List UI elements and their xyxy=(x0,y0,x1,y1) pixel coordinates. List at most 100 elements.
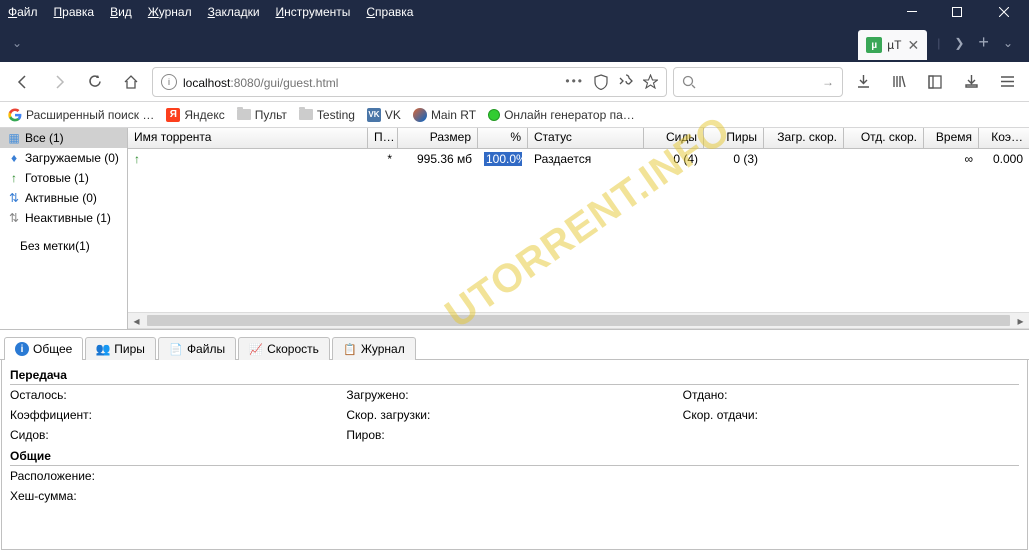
new-tab-button[interactable]: + xyxy=(978,32,989,53)
sidebar-no-label[interactable]: Без метки(1) xyxy=(0,236,127,256)
col-peers[interactable]: Пиры xyxy=(704,128,764,148)
sidebar-all[interactable]: ▦Все (1) xyxy=(0,128,127,148)
menubar: Файл Правка Вид Журнал Закладки Инструме… xyxy=(0,0,1029,23)
label-downloaded: Загружено: xyxy=(346,388,456,402)
tab-peers[interactable]: 👥Пиры xyxy=(85,337,156,360)
bookmark-item[interactable]: Пульт xyxy=(237,108,287,122)
category-sidebar: ▦Все (1) ♦Загружаемые (0) ↑Готовые (1) ⇅… xyxy=(0,128,128,329)
app-menu-button[interactable] xyxy=(993,67,1021,97)
menu-bookmarks[interactable]: Закладки xyxy=(200,3,268,21)
sidebar-downloading[interactable]: ♦Загружаемые (0) xyxy=(0,148,127,168)
col-pct[interactable]: % xyxy=(478,128,528,148)
col-priority[interactable]: П… xyxy=(368,128,398,148)
bookmark-item[interactable]: Расширенный поиск … xyxy=(8,108,154,122)
search-box[interactable]: → xyxy=(673,67,843,97)
maximize-button[interactable] xyxy=(934,0,979,23)
label-location: Расположение: xyxy=(10,469,120,483)
col-ulspeed[interactable]: Отд. скор. xyxy=(844,128,924,148)
nav-toolbar: i localhost:8080/gui/guest.html ••• → xyxy=(0,62,1029,102)
back-button[interactable] xyxy=(8,67,38,97)
tab-files[interactable]: 📄Файлы xyxy=(158,337,236,360)
save-page-button[interactable] xyxy=(957,67,985,97)
folder-icon xyxy=(299,109,313,120)
scroll-right-icon[interactable]: ▸ xyxy=(1012,313,1029,328)
sidebar-active[interactable]: ⇅Активные (0) xyxy=(0,188,127,208)
bookmark-star-icon[interactable] xyxy=(643,74,658,90)
menu-file[interactable]: Файл xyxy=(0,3,46,21)
label-peers: Пиров: xyxy=(346,428,456,442)
col-dlspeed[interactable]: Загр. скор. xyxy=(764,128,844,148)
col-time[interactable]: Время xyxy=(924,128,979,148)
section-transfer: Передача xyxy=(10,364,1019,385)
browser-tab[interactable]: µ µT ✕ xyxy=(858,30,927,60)
search-icon xyxy=(682,75,696,89)
url-bar[interactable]: i localhost:8080/gui/guest.html ••• xyxy=(152,67,667,97)
sidebar-toggle-button[interactable] xyxy=(921,67,949,97)
site-info-icon[interactable]: i xyxy=(161,74,177,90)
label-remaining: Осталось: xyxy=(10,388,120,402)
minimize-button[interactable] xyxy=(889,0,934,23)
sidebar-inactive[interactable]: ⇅Неактивные (1) xyxy=(0,208,127,228)
all-icon: ▦ xyxy=(8,131,20,145)
bookmark-item[interactable]: Main RT xyxy=(413,108,476,122)
menu-tools[interactable]: Инструменты xyxy=(268,3,359,21)
info-icon: i xyxy=(15,342,29,356)
label-ulspeed: Скор. отдачи: xyxy=(683,408,793,422)
label-ratio: Коэффициент: xyxy=(10,408,120,422)
progress-bar: 100.0% xyxy=(484,152,522,166)
scroll-thumb[interactable] xyxy=(147,315,1010,326)
log-icon: 📋 xyxy=(343,342,357,356)
reload-button[interactable] xyxy=(80,67,110,97)
close-window-button[interactable] xyxy=(979,0,1029,23)
folder-icon xyxy=(237,109,251,120)
torrent-row[interactable]: ↑ * 995.36 мб 100.0% Раздается 0 (4) 0 (… xyxy=(128,149,1029,169)
vk-icon: VK xyxy=(367,108,381,122)
bookmark-item[interactable]: Онлайн генератор па… xyxy=(488,108,635,122)
tab-overflow-button[interactable]: ⌄ xyxy=(1003,36,1013,50)
tab-history-dropdown[interactable]: ⌄ xyxy=(6,36,28,50)
url-text: localhost:8080/gui/guest.html xyxy=(183,74,338,90)
label-uploaded: Отдано: xyxy=(683,388,793,402)
scroll-left-icon[interactable]: ◂ xyxy=(128,313,145,328)
tab-list-button[interactable]: ❯ xyxy=(954,36,964,50)
label-seeds: Сидов: xyxy=(10,428,120,442)
home-button[interactable] xyxy=(116,67,146,97)
menu-view[interactable]: Вид xyxy=(102,3,140,21)
yandex-icon: Я xyxy=(166,108,180,122)
column-headers: Имя торрента П… Размер % Статус Сиды Пир… xyxy=(128,128,1029,149)
download-arrow-icon: ♦ xyxy=(8,151,20,165)
peers-icon: 👥 xyxy=(96,342,110,356)
menu-help[interactable]: Справка xyxy=(358,3,421,21)
col-ratio[interactable]: Коэ… xyxy=(979,128,1029,148)
forward-button[interactable] xyxy=(44,67,74,97)
sidebar-completed[interactable]: ↑Готовые (1) xyxy=(0,168,127,188)
label-dlspeed: Скор. загрузки: xyxy=(346,408,456,422)
tab-close-button[interactable]: ✕ xyxy=(908,37,920,54)
tab-menu-divider: | xyxy=(937,36,940,50)
menu-history[interactable]: Журнал xyxy=(140,3,200,21)
page-actions-icon[interactable]: ••• xyxy=(565,74,584,90)
horizontal-scrollbar[interactable]: ◂ ▸ xyxy=(128,312,1029,329)
col-size[interactable]: Размер xyxy=(398,128,478,148)
col-seeds[interactable]: Сиды xyxy=(644,128,704,148)
utorrent-favicon-icon: µ xyxy=(866,37,882,53)
tracking-protection-icon[interactable] xyxy=(594,74,608,90)
bookmark-item[interactable]: ЯЯндекс xyxy=(166,108,224,122)
tab-general[interactable]: iОбщее xyxy=(4,337,83,360)
section-general: Общие xyxy=(10,445,1019,466)
tab-speed[interactable]: 📈Скорость xyxy=(238,337,330,360)
bookmark-item[interactable]: Testing xyxy=(299,108,355,122)
library-button[interactable] xyxy=(885,67,913,97)
torrent-list: Имя торрента П… Размер % Статус Сиды Пир… xyxy=(128,128,1029,329)
tab-title: µT xyxy=(887,38,901,52)
col-name[interactable]: Имя торрента xyxy=(128,128,368,148)
menu-edit[interactable]: Правка xyxy=(46,3,103,21)
downloads-button[interactable] xyxy=(849,67,877,97)
col-status[interactable]: Статус xyxy=(528,128,644,148)
tab-log[interactable]: 📋Журнал xyxy=(332,337,416,360)
search-go-icon[interactable]: → xyxy=(822,75,834,89)
devtools-icon[interactable] xyxy=(618,74,633,90)
bookmark-item[interactable]: VKVK xyxy=(367,108,401,122)
detail-tabs: iОбщее 👥Пиры 📄Файлы 📈Скорость 📋Журнал xyxy=(0,336,1029,360)
bookmarks-bar: Расширенный поиск … ЯЯндекс Пульт Testin… xyxy=(0,102,1029,128)
